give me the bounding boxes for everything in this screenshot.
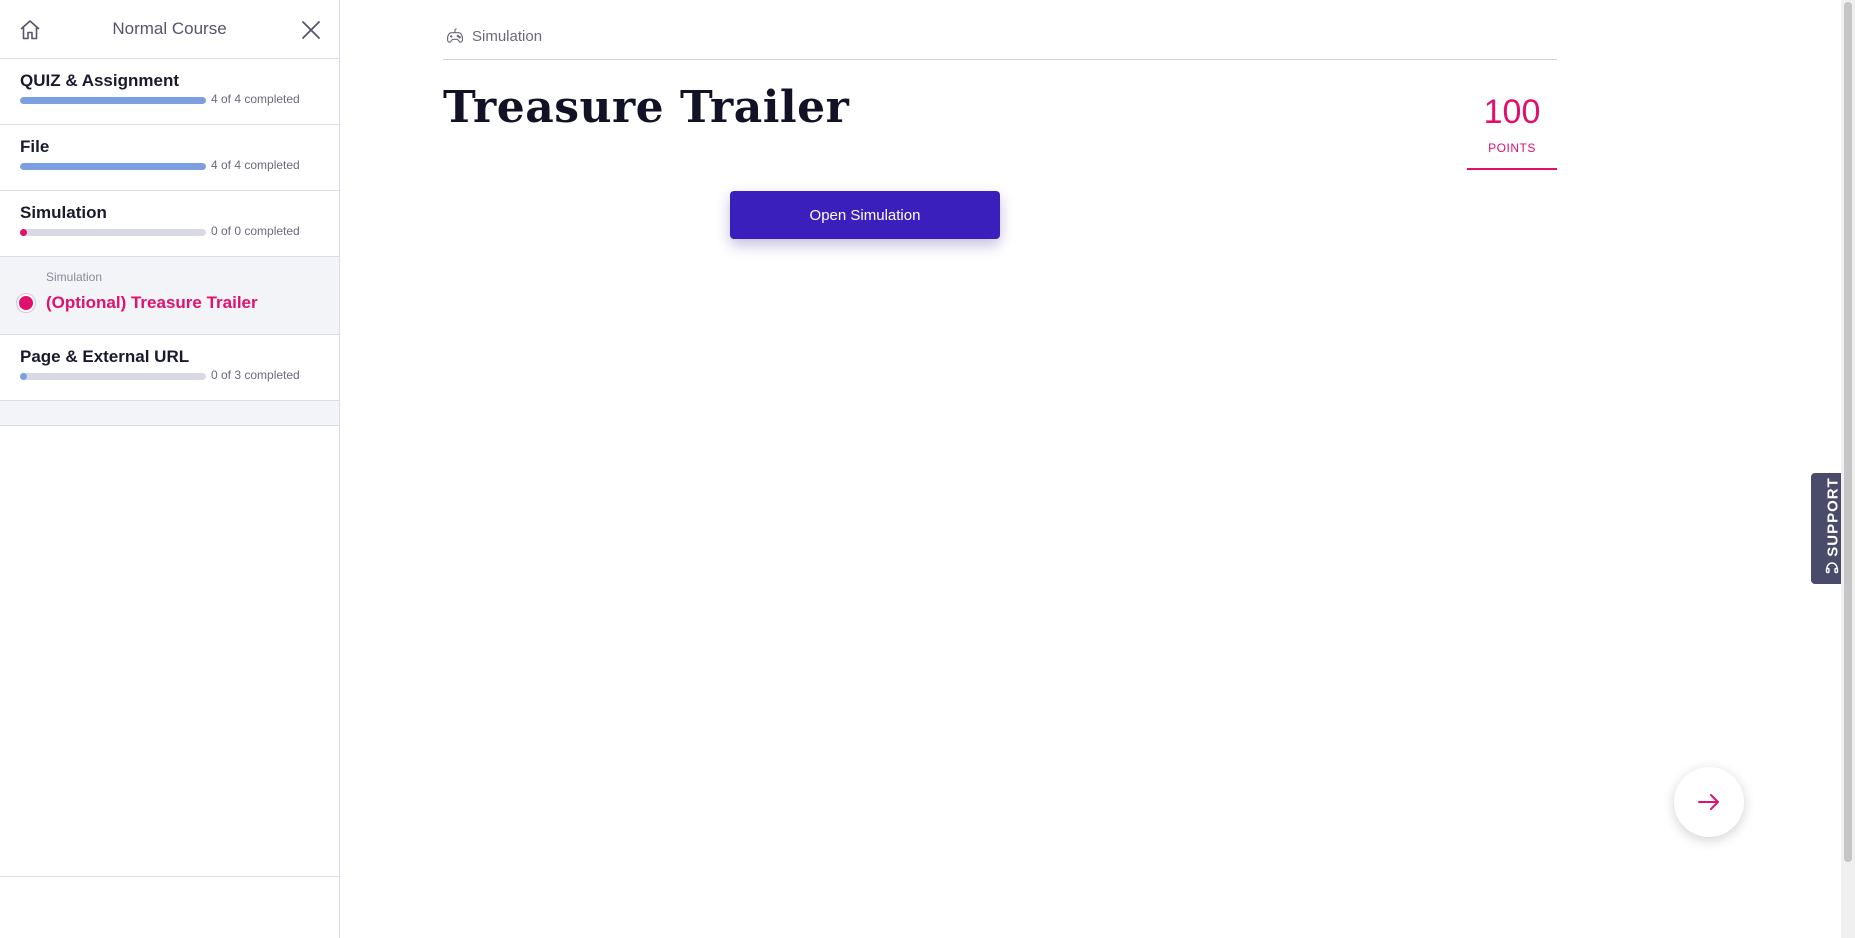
points-label: POINTS [1488,141,1536,155]
section-quiz-assignment[interactable]: QUIZ & Assignment 4 of 4 completed [0,59,339,125]
section-title: Simulation [20,203,107,222]
close-icon[interactable] [299,18,323,42]
sidebar-header: Normal Course [0,0,339,59]
points-badge: 100 POINTS [1467,92,1557,170]
progress-bar [20,229,206,236]
section-title: File [20,137,50,156]
progress-text: 0 of 3 completed [211,368,300,382]
main-content: Simulation Treasure Trailer 100 POINTS O… [341,0,1841,938]
progress-text: 4 of 4 completed [211,158,300,172]
arrow-right-icon [1698,794,1719,810]
headset-icon [1825,562,1839,574]
progress-indicator [20,373,27,380]
section-file[interactable]: File 4 of 4 completed [0,125,339,191]
progress-text: 0 of 0 completed [211,224,300,238]
sidebar-item-treasure-trailer[interactable]: Simulation (Optional) Treasure Trailer [0,257,339,335]
page-scrollbar[interactable] [1841,0,1855,938]
breadcrumb-label[interactable]: Simulation [472,28,542,45]
sidebar-spacer [0,401,339,426]
item-title: (Optional) Treasure Trailer [46,293,258,312]
section-page-external-url[interactable]: Page & External URL 0 of 3 completed [0,335,339,401]
page-title: Treasure Trailer [443,82,850,133]
section-simulation[interactable]: Simulation 0 of 0 completed [0,191,339,257]
breadcrumb: Simulation [443,24,1557,60]
progress-text: 4 of 4 completed [211,92,300,106]
section-title: Page & External URL [20,347,190,366]
course-title: Normal Course [112,19,227,38]
sidebar-footer [0,876,339,938]
progress-bar [20,163,206,170]
progress-bar [20,373,206,380]
course-sidebar: Normal Course QUIZ & Assignment 4 of 4 c… [0,0,340,938]
next-button[interactable] [1674,767,1744,837]
current-item-indicator [17,294,35,312]
support-label: SUPPORT [1824,477,1842,557]
section-title: QUIZ & Assignment [20,71,179,90]
item-type: Simulation [46,270,103,284]
gamepad-icon [446,28,464,43]
points-value: 100 [1483,93,1541,131]
open-simulation-button[interactable]: Open Simulation [730,191,1000,239]
progress-bar [20,97,206,104]
scrollbar-thumb[interactable] [1844,2,1852,862]
progress-indicator [20,229,27,236]
